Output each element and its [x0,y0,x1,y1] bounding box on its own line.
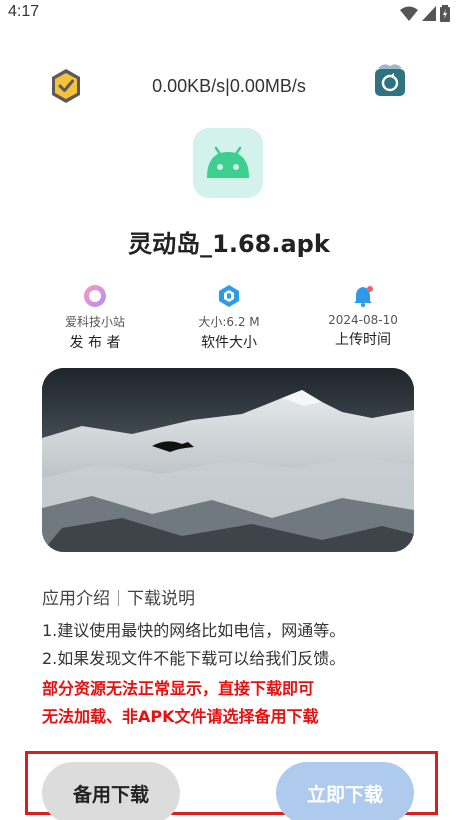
publisher-label: 发 布 者 [69,335,121,351]
cleaner-icon[interactable] [372,62,408,98]
intro-tabs: 应用介绍 下载说明 [42,584,195,609]
size-label: 软件大小 [201,335,257,351]
publisher-name: 爱科技小站 [64,315,125,329]
warning-line-2: 无法加载、非APK文件请选择备用下载 [42,707,319,726]
upload-time-info: 2024-08-10 上传时间 [298,282,428,349]
status-bar: 4:17 [0,0,458,26]
status-time: 4:17 [8,3,40,20]
size-info: 大小:6.2 M 软件大小 [164,282,294,352]
app-name: 灵动岛_1.68.apk [128,230,330,258]
screenshot-banner [42,368,414,552]
mountain-landscape-image [42,368,414,552]
top-bar: 0.00KB/s|0.00MB/s [0,62,458,110]
upload-date: 2024-08-10 [328,313,398,327]
bell-icon [354,286,373,307]
size-value: 大小:6.2 M [198,315,260,329]
download-now-button[interactable]: 立即下载 [276,762,414,820]
package-icon [219,285,239,307]
battery-icon [440,5,450,22]
warning-line-1: 部分资源无法正常显示，直接下载即可 [42,679,315,698]
app-icon [193,128,263,198]
tab-download-notes[interactable]: 下载说明 [127,589,195,609]
android-icon [207,146,249,178]
upload-time-label: 上传时间 [335,332,391,348]
intro-line-2: 2.如果发现文件不能下载可以给我们反馈。 [42,649,346,668]
tab-app-intro[interactable]: 应用介绍 [42,589,110,609]
intro-line-1: 1.建议使用最快的网络比如电信，网通等。 [42,621,346,640]
publisher-info: 爱科技小站 发 布 者 [30,282,160,352]
backup-download-button[interactable]: 备用下载 [42,762,180,820]
app-info-row: 爱科技小站 发 布 者 大小:6.2 M 软件大小 2024-08-10 上传时… [0,282,458,352]
wifi-icon [400,6,418,21]
signal-icon [422,5,436,21]
tab-divider [118,590,119,606]
publisher-icon [84,285,106,307]
status-icons [400,5,450,22]
